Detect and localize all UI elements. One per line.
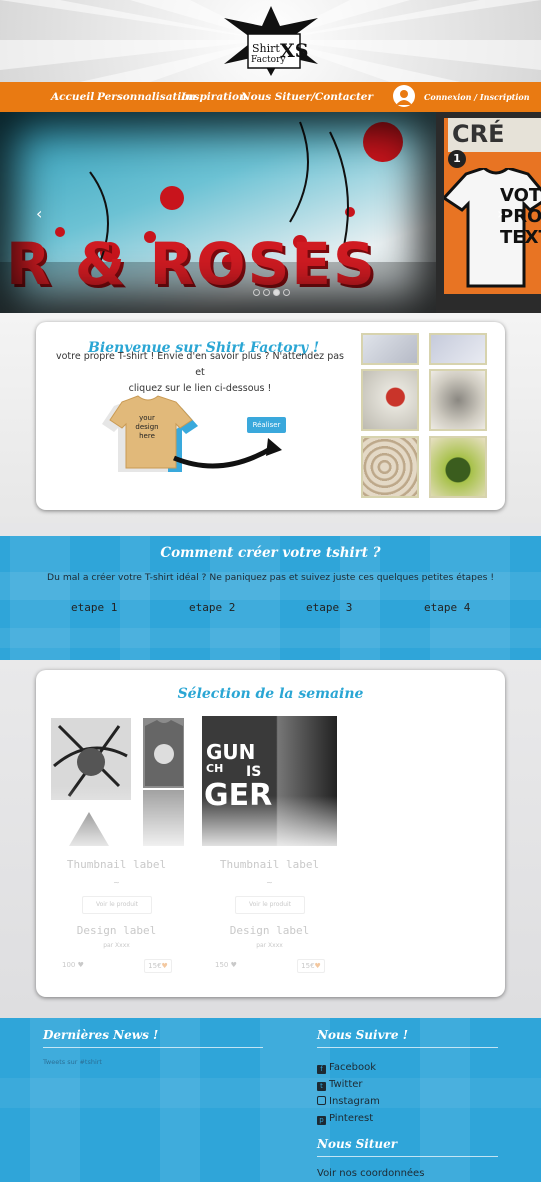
product-likes[interactable]: 100 ♥ bbox=[62, 961, 84, 969]
hero-slider: R & ROSES CRÉ 1 VOTR PROP TEXT ‹ › bbox=[0, 112, 541, 313]
image-text-ch: CH bbox=[206, 762, 224, 775]
user-avatar-icon[interactable] bbox=[393, 85, 415, 107]
logo-text-shirt: Shirt bbox=[252, 42, 280, 55]
thumbnail-label: Thumbnail label bbox=[66, 858, 167, 871]
facebook-link[interactable]: f Facebook bbox=[317, 1062, 376, 1074]
gallery-thumb-5[interactable] bbox=[361, 436, 419, 498]
twitter-icon: t bbox=[317, 1082, 326, 1091]
likes-count: 150 bbox=[215, 961, 229, 969]
view-product-link[interactable]: Voir le produit bbox=[235, 896, 305, 914]
site-footer: Dernières News ! Tweets sur #tshirt Nous… bbox=[0, 1018, 541, 1182]
design-label: Design label bbox=[76, 924, 157, 937]
heart-icon: ♥ bbox=[77, 961, 84, 969]
step-1: etape 1 bbox=[71, 601, 118, 614]
welcome-card: Bienvenue sur Shirt Factory ! votre prop… bbox=[36, 322, 505, 510]
slider-dot[interactable] bbox=[263, 289, 270, 296]
gallery-thumb-1[interactable] bbox=[361, 333, 419, 365]
gallery-thumb-2[interactable] bbox=[429, 333, 487, 365]
product-image-1[interactable] bbox=[49, 716, 184, 846]
slider-dot[interactable] bbox=[283, 289, 290, 296]
product-card-1: Thumbnail label ~ Voir le produit Design… bbox=[48, 714, 185, 976]
follow-title: Nous Suivre ! bbox=[317, 1028, 408, 1042]
step-2: etape 2 bbox=[189, 601, 236, 614]
site-header: Shirt Factory XS bbox=[0, 0, 541, 82]
product-divider: ~ bbox=[266, 878, 273, 887]
shirt-text-line-2: design bbox=[135, 423, 159, 431]
pinterest-link[interactable]: p Pinterest bbox=[317, 1113, 373, 1125]
slide-shirt-line-1: VOTR bbox=[500, 185, 541, 206]
locate-divider bbox=[317, 1156, 498, 1157]
slide-create: CRÉ 1 VOTR PROP TEXT bbox=[436, 112, 541, 313]
product-price[interactable]: 15€♥ bbox=[297, 959, 325, 973]
slider-dot-active[interactable] bbox=[273, 289, 280, 296]
image-text-gun: GUN bbox=[206, 740, 256, 764]
product-likes[interactable]: 150 ♥ bbox=[215, 961, 237, 969]
instagram-label: Instagram bbox=[329, 1096, 380, 1107]
slider-dot[interactable] bbox=[253, 289, 260, 296]
welcome-text: votre propre T-shirt ! Envie d'en savoir… bbox=[50, 349, 350, 397]
realiser-button[interactable]: Réaliser bbox=[247, 417, 286, 433]
news-divider bbox=[43, 1047, 263, 1048]
shirt-text-line-3: here bbox=[139, 432, 155, 440]
gallery-thumb-6[interactable] bbox=[429, 436, 487, 498]
slide-vignette bbox=[0, 112, 436, 313]
heart-icon: ♥ bbox=[314, 962, 321, 970]
slide-create-title: CRÉ bbox=[452, 120, 505, 148]
slide-badge-number: 1 bbox=[448, 150, 466, 168]
heart-icon: ♥ bbox=[161, 962, 168, 970]
chevron-right-icon[interactable]: › bbox=[497, 204, 503, 223]
thumbnail-label: Thumbnail label bbox=[219, 858, 320, 871]
nav-accueil[interactable]: Accueil bbox=[51, 91, 94, 103]
shirt-design-text: your design here bbox=[130, 414, 164, 441]
slide-shirt-line-3: TEXT bbox=[500, 227, 541, 248]
nav-nous-situer[interactable]: Nous Situer/Contacter bbox=[241, 91, 373, 103]
twitter-label: Twitter bbox=[329, 1079, 363, 1090]
heart-icon: ♥ bbox=[230, 961, 237, 969]
nav-inspiration[interactable]: Inspiration bbox=[181, 91, 247, 103]
shirt-text-line-1: your bbox=[139, 414, 155, 422]
product-card-2: GUN CH IS GER Thumbnail label ~ Voir le … bbox=[201, 714, 338, 976]
pinterest-label: Pinterest bbox=[329, 1113, 374, 1124]
follow-divider bbox=[317, 1047, 498, 1048]
site-logo[interactable]: Shirt Factory XS bbox=[222, 4, 320, 78]
locate-title: Nous Situer bbox=[317, 1137, 398, 1151]
product-author: par Xxxx bbox=[103, 942, 130, 949]
gallery-thumb-3[interactable] bbox=[361, 369, 419, 431]
chevron-left-icon[interactable]: ‹ bbox=[36, 204, 42, 223]
main-navbar: Accueil Personnalisation Inspiration Nou… bbox=[0, 82, 541, 112]
instagram-link[interactable]: Instagram bbox=[317, 1096, 380, 1107]
facebook-label: Facebook bbox=[329, 1062, 376, 1073]
selection-title: Sélection de la semaine bbox=[177, 686, 364, 702]
step-3: etape 3 bbox=[306, 601, 353, 614]
view-product-link[interactable]: Voir le produit bbox=[82, 896, 152, 914]
how-to-section: Comment créer votre tshirt ? Du mal a cr… bbox=[0, 536, 541, 660]
news-title: Dernières News ! bbox=[43, 1028, 159, 1042]
step-4: etape 4 bbox=[424, 601, 471, 614]
login-link[interactable]: Connexion / Inscription bbox=[424, 92, 530, 102]
welcome-text-line-2: cliquez sur le lien ci-dessous ! bbox=[128, 383, 272, 394]
how-to-subtitle: Du mal a créer votre T-shirt idéal ? Ne … bbox=[47, 572, 494, 583]
slide-shirt-line-2: PROP bbox=[500, 206, 541, 227]
how-to-title: Comment créer votre tshirt ? bbox=[160, 545, 381, 561]
price-value: 15€ bbox=[148, 962, 162, 970]
welcome-text-line-1: votre propre T-shirt ! Envie d'en savoir… bbox=[55, 351, 344, 378]
slider-indicators bbox=[253, 289, 293, 297]
locate-link[interactable]: Voir nos coordonnées bbox=[317, 1168, 424, 1179]
product-image-2[interactable]: GUN CH IS GER bbox=[202, 716, 337, 846]
pinterest-icon: p bbox=[317, 1116, 326, 1125]
arrow-icon bbox=[173, 438, 282, 469]
likes-count: 100 bbox=[62, 961, 76, 969]
product-price[interactable]: 15€♥ bbox=[144, 959, 172, 973]
slide-roses: R & ROSES bbox=[0, 112, 436, 313]
logo-text-xs: XS bbox=[280, 40, 309, 62]
price-value: 15€ bbox=[301, 962, 315, 970]
gallery-thumb-4[interactable] bbox=[429, 369, 487, 431]
instagram-icon bbox=[317, 1096, 326, 1105]
product-author: par Xxxx bbox=[256, 942, 283, 949]
twitter-link[interactable]: t Twitter bbox=[317, 1079, 363, 1091]
design-label: Design label bbox=[229, 924, 310, 937]
facebook-icon: f bbox=[317, 1065, 326, 1074]
tweets-link[interactable]: Tweets sur #tshirt bbox=[43, 1058, 102, 1066]
product-divider: ~ bbox=[113, 878, 120, 887]
